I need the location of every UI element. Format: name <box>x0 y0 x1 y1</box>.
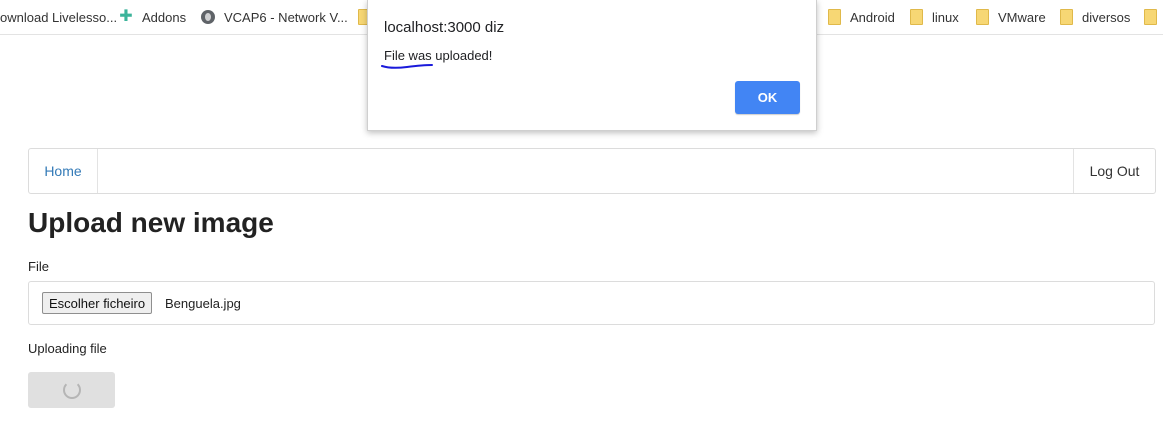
file-input[interactable]: Escolher ficheiro Benguela.jpg <box>28 281 1155 325</box>
folder-icon <box>974 9 990 25</box>
bookmark-label: ownload Livelesso... <box>0 9 118 25</box>
bookmark-label: VMware <box>998 9 1046 25</box>
bookmark-item[interactable]: Android <box>826 8 895 26</box>
bookmark-item[interactable]: ownload Livelesso... <box>0 8 117 26</box>
bookmark-item[interactable]: ✚ Addons <box>118 8 186 26</box>
bookmark-item[interactable]: VCAP6 - Network V... <box>200 8 348 26</box>
bookmark-item[interactable]: linux <box>908 8 959 26</box>
bookmark-label: Addons <box>142 9 187 25</box>
loading-spinner-icon <box>63 381 81 399</box>
bookmark-item[interactable]: diversos <box>1058 8 1130 26</box>
upload-button-disabled <box>28 372 115 408</box>
folder-icon <box>1142 9 1158 25</box>
logout-link[interactable]: Log Out <box>1073 149 1155 193</box>
bookmark-label: diversos <box>1082 9 1131 25</box>
file-field-label: File <box>28 259 49 274</box>
bookmark-label: linux <box>932 9 959 25</box>
annotation-underline <box>381 64 433 69</box>
globe-icon <box>200 9 216 25</box>
dialog-title: localhost:3000 diz <box>384 19 505 36</box>
folder-icon <box>826 9 842 25</box>
choose-file-button[interactable]: Escolher ficheiro <box>42 292 153 314</box>
alert-dialog: localhost:3000 diz File was uploaded! OK <box>367 0 817 131</box>
dialog-message: File was uploaded! <box>384 48 493 63</box>
puzzle-icon: ✚ <box>119 8 133 25</box>
bookmark-item[interactable] <box>1142 8 1163 26</box>
bookmark-label: VCAP6 - Network V... <box>224 9 348 25</box>
folder-icon <box>1058 9 1074 25</box>
selected-file-name: Benguela.jpg <box>165 296 241 311</box>
nav-home-link[interactable]: Home <box>29 149 98 193</box>
navbar: Home Log Out <box>28 148 1156 194</box>
browser-viewport: ownload Livelesso... ✚ Addons VCAP6 - Ne… <box>0 0 1163 422</box>
ok-button[interactable]: OK <box>735 81 800 114</box>
upload-status-text: Uploading file <box>28 341 107 356</box>
page-title: Upload new image <box>28 207 274 238</box>
bookmark-item[interactable]: VMware <box>974 8 1046 26</box>
folder-icon <box>908 9 924 25</box>
bookmark-label: Android <box>850 9 895 25</box>
